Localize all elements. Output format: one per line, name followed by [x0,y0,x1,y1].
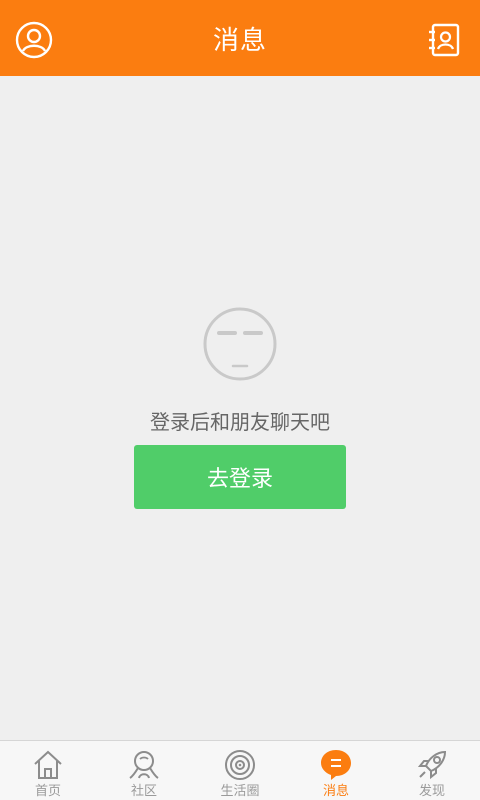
profile-icon [15,21,53,59]
rocket-icon [415,748,449,782]
header-bar: 消息 [0,0,480,76]
bottom-tab-bar: 首页 社区 生活圈 消息 发现 [0,740,480,800]
home-icon [31,748,65,782]
tab-label: 消息 [322,784,349,799]
tab-label: 生活圈 [220,784,260,799]
app: 消息 登录后和朋友聊天吧 去登录 首页 社区 生活圈 消息 发现 [0,0,480,800]
tab-community[interactable]: 社区 [96,741,192,800]
contacts-icon [429,23,460,57]
tab-label: 社区 [130,784,157,799]
tab-life-circle[interactable]: 生活圈 [192,741,288,800]
profile-button[interactable] [14,20,54,60]
tab-discover[interactable]: 发现 [384,741,480,800]
life-circle-icon [223,748,257,782]
tab-label: 发现 [418,784,445,799]
login-button[interactable]: 去登录 [134,445,346,509]
contacts-button[interactable] [424,20,464,60]
community-icon [127,748,161,782]
page-title: 消息 [212,25,267,56]
neutral-face-icon [203,307,277,381]
empty-message: 登录后和朋友聊天吧 [150,410,330,434]
tab-message[interactable]: 消息 [288,741,384,800]
tab-label: 首页 [34,784,61,799]
message-icon [319,748,353,782]
empty-state: 登录后和朋友聊天吧 去登录 [0,76,480,740]
tab-home[interactable]: 首页 [0,741,96,800]
